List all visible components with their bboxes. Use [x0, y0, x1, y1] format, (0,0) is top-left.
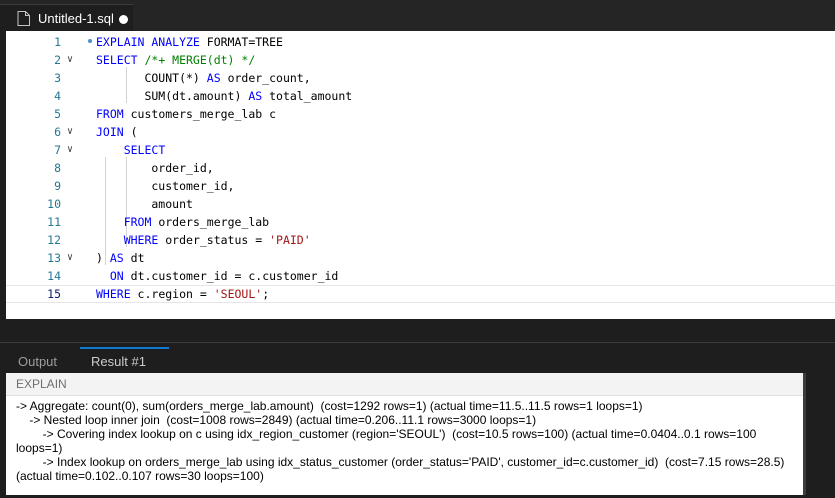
- line-number: 5: [54, 107, 61, 121]
- fold-chevron-icon[interactable]: ∨: [67, 249, 73, 267]
- code-text: FROM customers_merge_lab c: [96, 107, 277, 121]
- fold-chevron-icon[interactable]: ∨: [67, 141, 73, 159]
- code-text: amount: [96, 197, 193, 211]
- plan-line: -> Covering index lookup on c using idx_…: [16, 427, 760, 455]
- code-line[interactable]: 3 COUNT(*) AS order_count,: [6, 69, 835, 87]
- plan-line: -> Index lookup on orders_merge_lab usin…: [16, 455, 788, 483]
- line-number: 13: [47, 251, 61, 265]
- line-number: 7: [54, 143, 61, 157]
- line-number: 1: [54, 35, 61, 49]
- column-header[interactable]: EXPLAIN: [6, 373, 803, 396]
- sql-editor[interactable]: 1 EXPLAIN ANALYZE FORMAT=TREE 2 ∨ SELECT /*+…: [6, 31, 835, 319]
- line-number: 2: [54, 53, 61, 67]
- code-text: COUNT(*) AS order_count,: [96, 71, 311, 85]
- editor-tab-strip: Untitled-1.sql: [0, 0, 835, 31]
- file-icon: [17, 11, 30, 26]
- results-panel: Output Result #1 EXPLAIN -> Aggregate: c…: [0, 343, 835, 498]
- code-text: SELECT: [123, 143, 166, 157]
- code-line[interactable]: 11 FROM orders_merge_lab: [6, 213, 835, 231]
- tab-output[interactable]: Output: [18, 354, 57, 369]
- plan-line: -> Nested loop inner join (cost=1008 row…: [16, 413, 537, 427]
- line-number: 12: [47, 233, 61, 247]
- plan-line: -> Aggregate: count(0), sum(orders_merge…: [16, 399, 643, 413]
- code-text: WHERE c.region = 'SEOUL';: [96, 287, 270, 301]
- line-number: 6: [54, 125, 61, 139]
- code-text: SUM(dt.amount) AS total_amount: [96, 89, 353, 103]
- code-line[interactable]: 5 FROM customers_merge_lab c: [6, 105, 835, 123]
- tab-result-1[interactable]: Result #1: [91, 354, 146, 369]
- editor-bottom-gap: [0, 319, 835, 343]
- code-text: SELECT /*+ MERGE(dt) */: [96, 53, 256, 67]
- line-number: 9: [54, 179, 61, 193]
- code-text: JOIN (: [96, 125, 138, 139]
- code-text: order_id,: [96, 161, 214, 175]
- code-line[interactable]: 6 ∨ JOIN (: [6, 123, 835, 141]
- run-indicator-icon[interactable]: [88, 39, 92, 43]
- code-line[interactable]: 14 ON dt.customer_id = c.customer_id: [6, 267, 835, 285]
- line-number: 14: [47, 269, 61, 283]
- column-header-label: EXPLAIN: [16, 377, 67, 391]
- result-grid[interactable]: EXPLAIN -> Aggregate: count(0), sum(orde…: [6, 373, 803, 495]
- code-text: EXPLAIN ANALYZE FORMAT=TREE: [96, 35, 283, 49]
- line-number: 10: [47, 197, 61, 211]
- code-line[interactable]: 4 SUM(dt.amount) AS total_amount: [6, 87, 835, 105]
- code-line[interactable]: 2 ∨ SELECT /*+ MERGE(dt) */: [6, 51, 835, 69]
- code-text: ON dt.customer_id = c.customer_id: [109, 269, 339, 283]
- code-text: ) AS dt: [96, 251, 145, 265]
- fold-chevron-icon[interactable]: ∨: [67, 51, 73, 69]
- code-text: FROM orders_merge_lab: [123, 215, 270, 229]
- fold-chevron-icon[interactable]: ∨: [67, 123, 73, 141]
- active-tab-indicator: [80, 347, 169, 349]
- code-line[interactable]: 9 customer_id,: [6, 177, 835, 195]
- line-number: 8: [54, 161, 61, 175]
- line-number: 3: [54, 71, 61, 85]
- line-number: 15: [47, 287, 61, 301]
- line-number: 4: [54, 89, 61, 103]
- results-scrollbar[interactable]: [803, 373, 806, 495]
- code-text: WHERE order_status = 'PAID': [123, 233, 311, 247]
- code-line[interactable]: 13 ∨ ) AS dt: [6, 249, 835, 267]
- code-line[interactable]: 10 amount: [6, 195, 835, 213]
- code-text: customer_id,: [96, 179, 235, 193]
- line-number: 11: [47, 215, 61, 229]
- editor-tab-title: Untitled-1.sql: [38, 11, 114, 26]
- code-line[interactable]: 1 EXPLAIN ANALYZE FORMAT=TREE: [6, 33, 835, 51]
- explain-plan-cell[interactable]: -> Aggregate: count(0), sum(orders_merge…: [16, 399, 796, 483]
- unsaved-dot-icon[interactable]: [119, 15, 128, 24]
- code-line[interactable]: 7 ∨ SELECT: [6, 141, 835, 159]
- code-line[interactable]: 8 order_id,: [6, 159, 835, 177]
- code-line[interactable]: 15 WHERE c.region = 'SEOUL';: [6, 285, 835, 303]
- code-line[interactable]: 12 WHERE order_status = 'PAID': [6, 231, 835, 249]
- editor-tab[interactable]: Untitled-1.sql: [0, 4, 133, 31]
